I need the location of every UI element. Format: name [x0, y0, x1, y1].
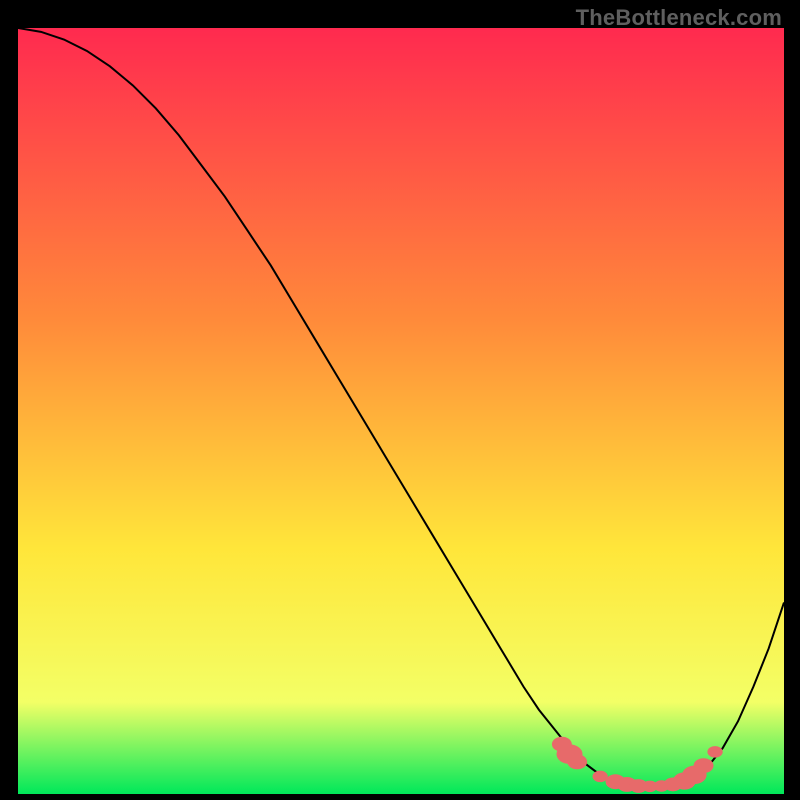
- marker-dot: [593, 771, 608, 782]
- outer-frame: TheBottleneck.com: [0, 0, 800, 800]
- marker-dot: [567, 754, 587, 769]
- marker-dot: [694, 758, 714, 773]
- chart-plot: [18, 28, 784, 794]
- gradient-background: [18, 28, 784, 794]
- chart-svg: [18, 28, 784, 794]
- marker-dot: [707, 746, 722, 757]
